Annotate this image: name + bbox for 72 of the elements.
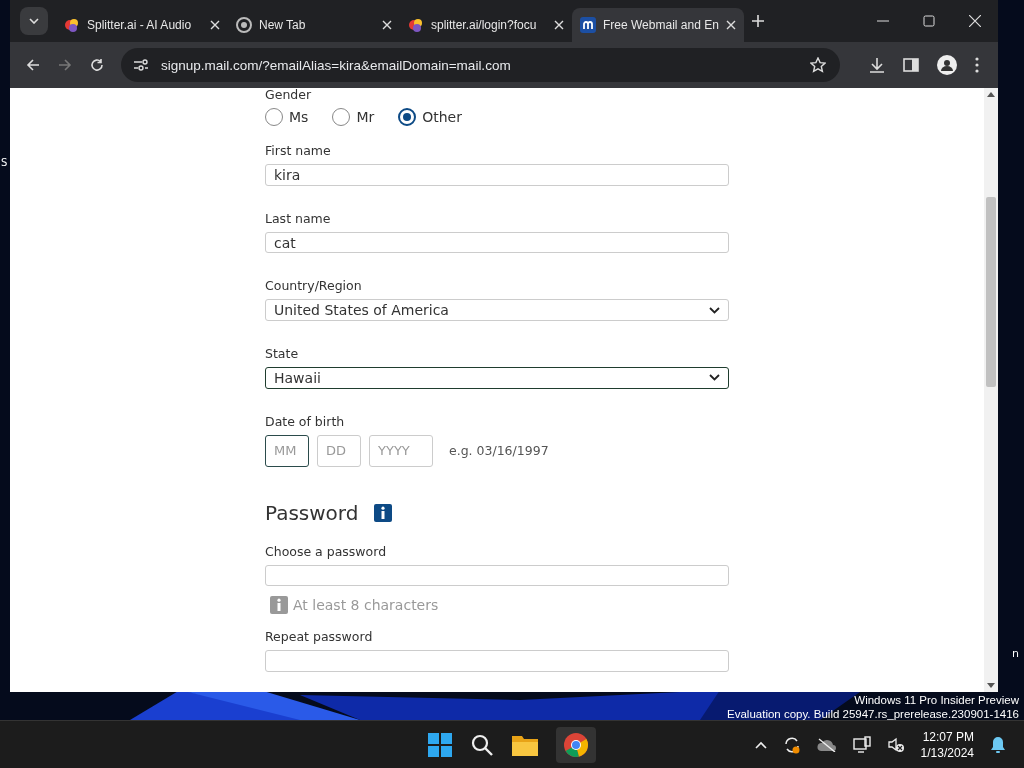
- close-icon[interactable]: [382, 20, 392, 30]
- windows-logo-icon[interactable]: [428, 732, 452, 757]
- field-label: Repeat password: [265, 628, 374, 647]
- browser-tab[interactable]: New Tab: [228, 8, 400, 42]
- chrome-taskbar-button[interactable]: [556, 726, 596, 763]
- mail-logo-icon: [580, 17, 596, 33]
- notification-bell-icon[interactable]: [990, 735, 1006, 754]
- forward-icon[interactable]: [58, 58, 72, 72]
- profile-icon[interactable]: [937, 55, 957, 75]
- chrome-logo-icon: [236, 17, 252, 33]
- field-label: Country/Region: [265, 277, 363, 296]
- field-label: Date of birth: [265, 412, 346, 431]
- back-icon[interactable]: [26, 58, 40, 72]
- search-icon[interactable]: [470, 732, 494, 757]
- field-label: Last name: [265, 209, 332, 228]
- field-label: Choose a password: [265, 542, 388, 561]
- radio-option[interactable]: Other: [398, 108, 462, 126]
- new-tab-icon[interactable]: [752, 15, 764, 27]
- hint-text: e.g. 03/16/1997: [449, 443, 549, 459]
- tab-search-button[interactable]: [20, 7, 48, 35]
- date-field[interactable]: MM: [265, 434, 309, 467]
- info-icon[interactable]: [374, 503, 393, 522]
- password-field[interactable]: [265, 650, 729, 673]
- watermark-text: Evaluation copy. Build 25947.rs_prerelease.230901-1416: [727, 707, 1019, 721]
- radio-option[interactable]: Ms: [265, 108, 309, 126]
- cloud-offline-icon[interactable]: [816, 737, 837, 752]
- close-icon[interactable]: [726, 20, 736, 30]
- desktop-icon-label: n: [1012, 647, 1019, 660]
- dropdown[interactable]: Hawaii: [265, 367, 729, 389]
- folder-icon[interactable]: [512, 733, 538, 756]
- browser-tab[interactable]: splitter.ai/login?focu: [400, 8, 572, 42]
- chevron-down-icon: [709, 374, 720, 382]
- sync-icon[interactable]: [782, 735, 801, 754]
- maximize-icon[interactable]: [923, 15, 935, 27]
- site-settings-icon[interactable]: [133, 58, 149, 72]
- browser-tab[interactable]: Splitter.ai - AI Audio: [56, 8, 228, 42]
- network-icon[interactable]: [852, 735, 871, 754]
- text-field[interactable]: cat: [265, 231, 729, 254]
- section-heading: Password: [265, 500, 359, 525]
- desktop-icon-label: S: [1, 157, 8, 168]
- password-field[interactable]: [265, 564, 729, 587]
- scroll-down-icon[interactable]: [987, 683, 995, 688]
- splitter-logo-icon: [408, 17, 424, 33]
- close-icon[interactable]: [210, 20, 220, 30]
- radio-option[interactable]: Mr: [332, 108, 375, 126]
- star-icon[interactable]: [810, 57, 826, 73]
- splitter-logo-icon: [64, 17, 80, 33]
- clock[interactable]: 12:07 PM 1/13/2024: [920, 728, 974, 761]
- field-label: State: [265, 345, 300, 363]
- address-bar[interactable]: signup.mail.com/?emailAlias=kira&emailDomain=mail.com: [121, 48, 840, 82]
- volume-muted-icon[interactable]: [886, 735, 905, 754]
- browser-tab[interactable]: Free Webmail and En: [572, 8, 744, 42]
- scroll-up-icon[interactable]: [987, 92, 995, 97]
- radio-button[interactable]: [398, 108, 417, 126]
- scrollbar-thumb[interactable]: [986, 197, 996, 387]
- hint-text: At least 8 characters: [293, 597, 439, 614]
- close-icon[interactable]: [554, 20, 564, 30]
- menu-icon[interactable]: [975, 57, 979, 73]
- scrollbar[interactable]: [984, 88, 998, 692]
- field-label: First name: [265, 142, 332, 160]
- chevron-down-icon: [29, 18, 39, 24]
- reload-icon[interactable]: [90, 58, 104, 72]
- text-field[interactable]: kira: [265, 164, 729, 186]
- side-panel-icon[interactable]: [903, 57, 919, 73]
- caret-up-icon[interactable]: [754, 740, 767, 749]
- info-icon: [270, 596, 288, 615]
- close-icon[interactable]: [969, 15, 981, 27]
- chevron-down-icon: [709, 306, 720, 314]
- watermark-text: Windows 11 Pro Insider Preview: [854, 693, 1019, 707]
- field-label: Gender: [265, 88, 313, 104]
- dropdown[interactable]: United States of America: [265, 299, 729, 321]
- download-icon[interactable]: [869, 57, 885, 73]
